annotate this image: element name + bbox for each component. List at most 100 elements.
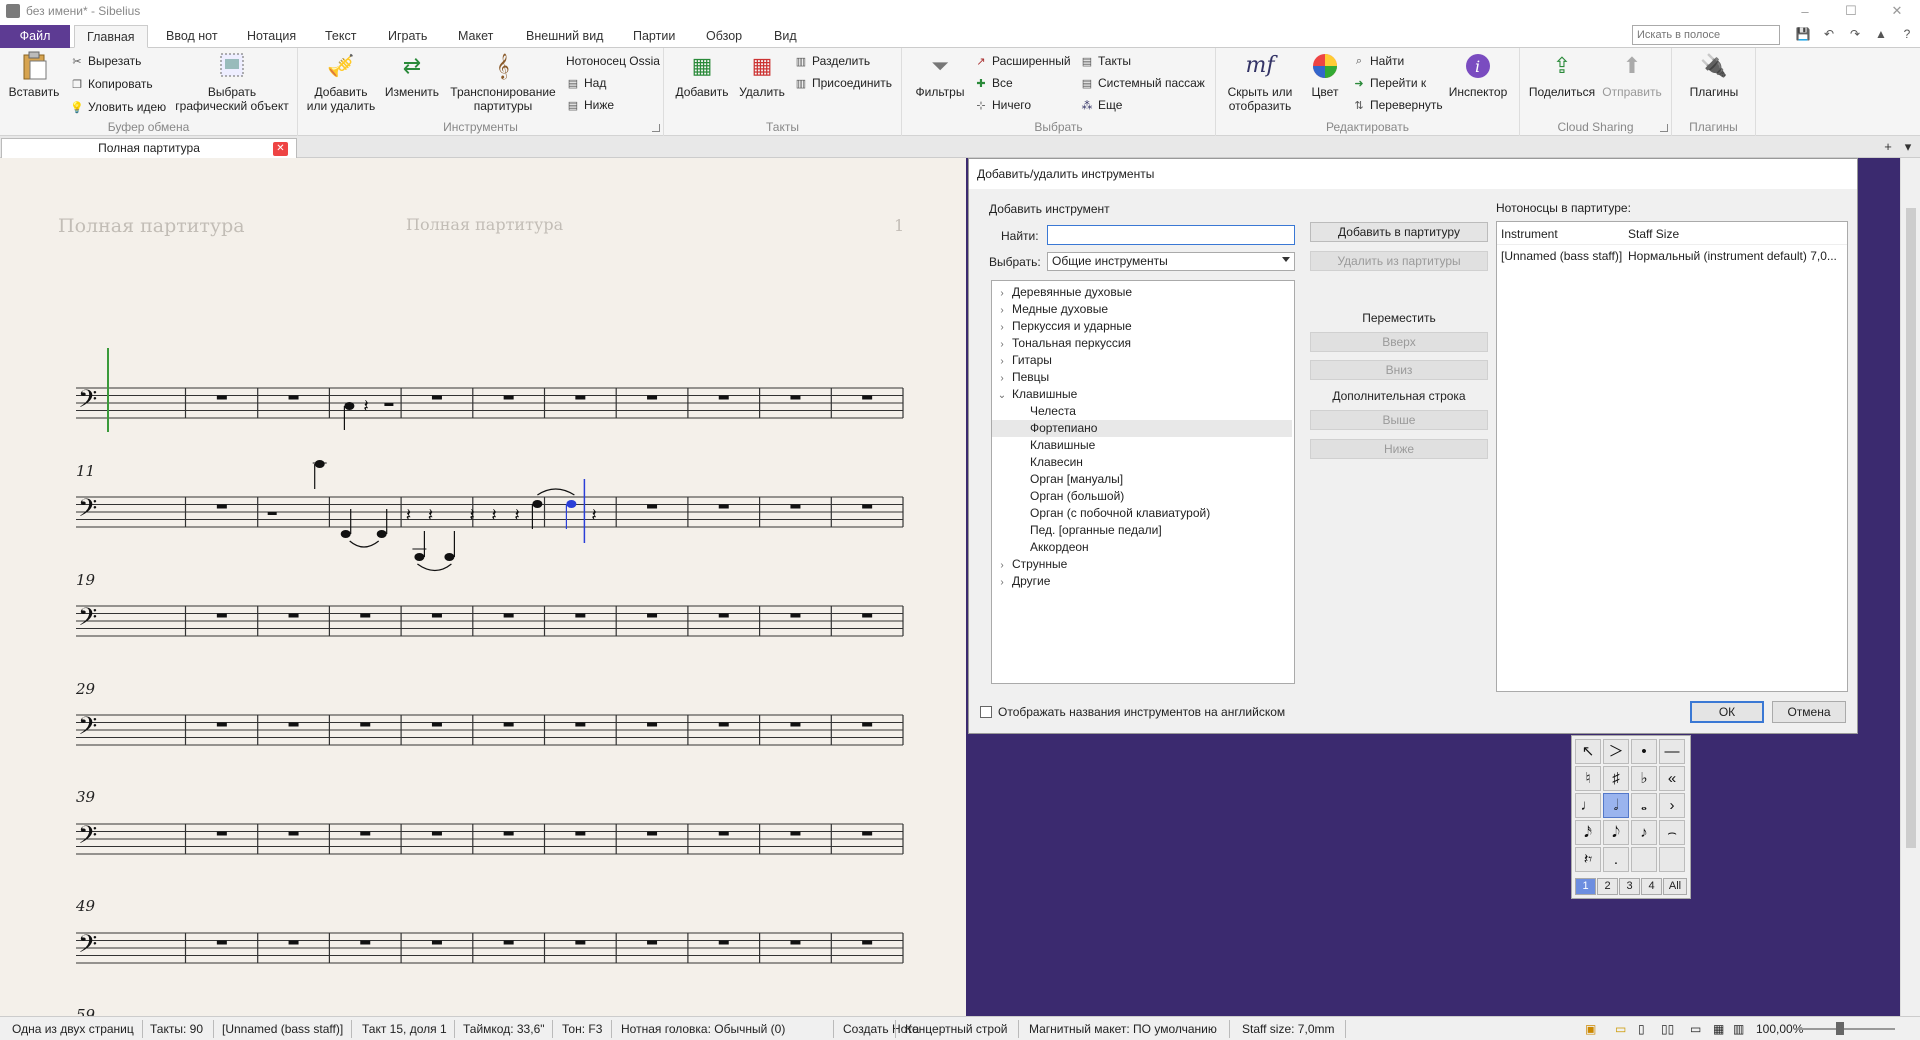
tree-item-family[interactable]: › Струнные bbox=[992, 556, 1292, 573]
tree-item-instrument[interactable]: Орган (с побочной клавиатурой) bbox=[992, 505, 1292, 522]
whole-note-icon[interactable]: 𝅝 bbox=[1631, 793, 1657, 818]
staff-row-instrument[interactable]: [Unnamed (bass staff)] bbox=[1501, 249, 1622, 263]
lock-icon[interactable]: ▣ bbox=[1585, 1022, 1596, 1036]
minimize-button[interactable]: – bbox=[1782, 0, 1828, 22]
tree-item-family[interactable]: ⌄ Клавишные bbox=[992, 386, 1292, 403]
instrument-set-select[interactable]: Общие инструменты bbox=[1047, 252, 1295, 271]
eighth-note-icon[interactable]: 𝅘𝅥𝅮 bbox=[1603, 820, 1629, 845]
keypad-layout-tab[interactable]: 2 bbox=[1597, 878, 1618, 895]
tree-item-instrument[interactable]: Клавесин bbox=[992, 454, 1292, 471]
filters-button[interactable]: ⏷ Фильтры bbox=[910, 50, 970, 100]
maximize-button[interactable]: ☐ bbox=[1828, 0, 1874, 22]
vertical-scrollbar[interactable] bbox=[1900, 158, 1920, 1016]
tab-notation[interactable]: Нотация bbox=[235, 25, 308, 48]
ossia-above-button[interactable]: ▤ Над bbox=[566, 76, 607, 90]
add-bar-button[interactable]: ▦ Добавить bbox=[674, 50, 730, 100]
scrollbar-thumb[interactable] bbox=[1906, 208, 1916, 848]
select-more-button[interactable]: ⁂ Еще bbox=[1080, 98, 1123, 112]
tenuto-icon[interactable]: — bbox=[1659, 739, 1685, 764]
extra-staff-below-button[interactable]: Ниже bbox=[1310, 439, 1488, 459]
zoom-slider-thumb[interactable] bbox=[1836, 1022, 1844, 1035]
tree-item-family[interactable]: › Другие bbox=[992, 573, 1292, 590]
tree-item-family[interactable]: › Певцы bbox=[992, 369, 1292, 386]
column-header-instrument[interactable]: Instrument bbox=[1501, 227, 1558, 241]
share-button[interactable]: ⇪ Поделиться bbox=[1528, 50, 1596, 100]
tab-play[interactable]: Играть bbox=[376, 25, 439, 48]
goto-button[interactable]: ➜ Перейти к bbox=[1352, 76, 1426, 90]
half-note-icon[interactable]: 𝅗𝅥 bbox=[1603, 793, 1629, 818]
tree-item-family[interactable]: › Гитары bbox=[992, 352, 1292, 369]
tab-parts[interactable]: Партии bbox=[621, 25, 687, 48]
system-passage-button[interactable]: ▤ Системный пассаж bbox=[1080, 76, 1205, 90]
copy-button[interactable]: ❐ Копировать bbox=[70, 77, 153, 91]
tab-layout[interactable]: Макет bbox=[446, 25, 505, 48]
transpose-score-button[interactable]: 𝄞 Транспонирование партитуры bbox=[448, 50, 558, 114]
tree-item-instrument[interactable]: Челеста bbox=[992, 403, 1292, 420]
capture-idea-button[interactable]: 💡 Уловить идею bbox=[70, 100, 166, 114]
undo-icon[interactable]: ↶ bbox=[1820, 27, 1838, 43]
keypad-empty-key[interactable] bbox=[1631, 847, 1657, 872]
collapsed-chevron-icon[interactable]: › bbox=[996, 302, 1008, 319]
view-grid-icon[interactable]: ▦ bbox=[1713, 1022, 1724, 1036]
staccato-icon[interactable]: • bbox=[1631, 739, 1657, 764]
tab-appearance[interactable]: Внешний вид bbox=[514, 25, 615, 48]
tab-menu-icon[interactable]: ▾ bbox=[1900, 139, 1916, 155]
find-button[interactable]: ⌕ Найти bbox=[1352, 54, 1404, 68]
view-spreads-icon[interactable]: ▯▯ bbox=[1661, 1022, 1674, 1036]
help-icon[interactable]: ? bbox=[1898, 27, 1916, 43]
tab-home[interactable]: Главная bbox=[74, 25, 148, 48]
staves-in-score-list[interactable]: Instrument Staff Size [Unnamed (bass sta… bbox=[1496, 221, 1848, 692]
cloud-dialog-launcher[interactable] bbox=[1660, 124, 1668, 132]
keypad-empty-key[interactable] bbox=[1659, 847, 1685, 872]
select-bars-button[interactable]: ▤ Такты bbox=[1080, 54, 1131, 68]
select-all-button[interactable]: ✚ Все bbox=[974, 76, 1012, 90]
collapsed-chevron-icon[interactable]: › bbox=[996, 557, 1008, 574]
tree-item-instrument[interactable]: Пед. [органные педали] bbox=[992, 522, 1292, 539]
collapsed-chevron-icon[interactable]: › bbox=[996, 370, 1008, 387]
add-remove-instruments-button[interactable]: 🎺 Добавить или удалить bbox=[306, 50, 376, 114]
tree-item-family[interactable]: › Медные духовые bbox=[992, 301, 1292, 318]
expanded-chevron-icon[interactable]: ⌄ bbox=[996, 387, 1008, 404]
tab-review[interactable]: Обзор bbox=[694, 25, 754, 48]
inspector-button[interactable]: i Инспектор bbox=[1444, 50, 1512, 99]
instrument-tree[interactable]: › Деревянные духовые › Медные духовые › Перку… bbox=[991, 280, 1295, 684]
move-down-button[interactable]: Вниз bbox=[1310, 360, 1488, 380]
color-button[interactable]: Цвет bbox=[1302, 50, 1348, 99]
tree-item-instrument[interactable]: Клавишные bbox=[992, 437, 1292, 454]
paste-button[interactable]: Вставить bbox=[4, 50, 64, 99]
zoom-slider[interactable] bbox=[1795, 1028, 1895, 1030]
redo-icon[interactable]: ↷ bbox=[1846, 27, 1864, 43]
find-instrument-input[interactable] bbox=[1047, 225, 1295, 245]
remove-from-score-button[interactable]: Удалить из партитуры bbox=[1310, 251, 1488, 271]
new-tab-icon[interactable]: + bbox=[1880, 139, 1896, 155]
view-mode-icon[interactable]: ▭ bbox=[1615, 1022, 1626, 1036]
flat-icon[interactable]: ♭ bbox=[1631, 766, 1657, 791]
tree-item-instrument[interactable]: Фортепиано bbox=[992, 420, 1292, 437]
tab-note-input[interactable]: Ввод нот bbox=[154, 25, 230, 48]
natural-icon[interactable]: ♮ bbox=[1575, 766, 1601, 791]
move-up-button[interactable]: Вверх bbox=[1310, 332, 1488, 352]
quarter-note-icon[interactable]: ♩ bbox=[1575, 793, 1601, 818]
tie-icon[interactable]: ⌢ bbox=[1659, 820, 1685, 845]
keypad-layout-tab[interactable]: 1 bbox=[1575, 878, 1596, 895]
play-icon[interactable]: › bbox=[1659, 793, 1685, 818]
cut-button[interactable]: ✂ Вырезать bbox=[70, 54, 141, 68]
tab-full-score[interactable]: Полная партитура ✕ bbox=[1, 138, 297, 158]
change-instrument-button[interactable]: ⇄ Изменить bbox=[382, 50, 442, 100]
ok-button[interactable]: ОК bbox=[1690, 701, 1764, 723]
collapse-ribbon-icon[interactable]: ▲ bbox=[1872, 27, 1890, 43]
sharp-icon[interactable]: ♯ bbox=[1603, 766, 1629, 791]
hide-show-button[interactable]: mf Скрыть или отобразить bbox=[1220, 50, 1300, 114]
tree-item-family[interactable]: › Перкуссия и ударные bbox=[992, 318, 1292, 335]
view-panorama-icon[interactable]: ▭ bbox=[1690, 1022, 1701, 1036]
instruments-dialog-launcher[interactable] bbox=[652, 124, 660, 132]
collapsed-chevron-icon[interactable]: › bbox=[996, 319, 1008, 336]
send-button[interactable]: ⬆ Отправить bbox=[1598, 50, 1666, 100]
sixteenth-note-icon[interactable]: 𝅘𝅥𝅯 bbox=[1575, 820, 1601, 845]
extended-select-button[interactable]: ↗ Расширенный bbox=[974, 54, 1070, 68]
cancel-button[interactable]: Отмена bbox=[1772, 701, 1846, 723]
ossia-below-button[interactable]: ▤ Ниже bbox=[566, 98, 614, 112]
rewind-icon[interactable]: « bbox=[1659, 766, 1685, 791]
tree-item-instrument[interactable]: Аккордеон bbox=[992, 539, 1292, 556]
staff-row-size[interactable]: Нормальный (instrument default) 7,0... bbox=[1628, 249, 1837, 263]
